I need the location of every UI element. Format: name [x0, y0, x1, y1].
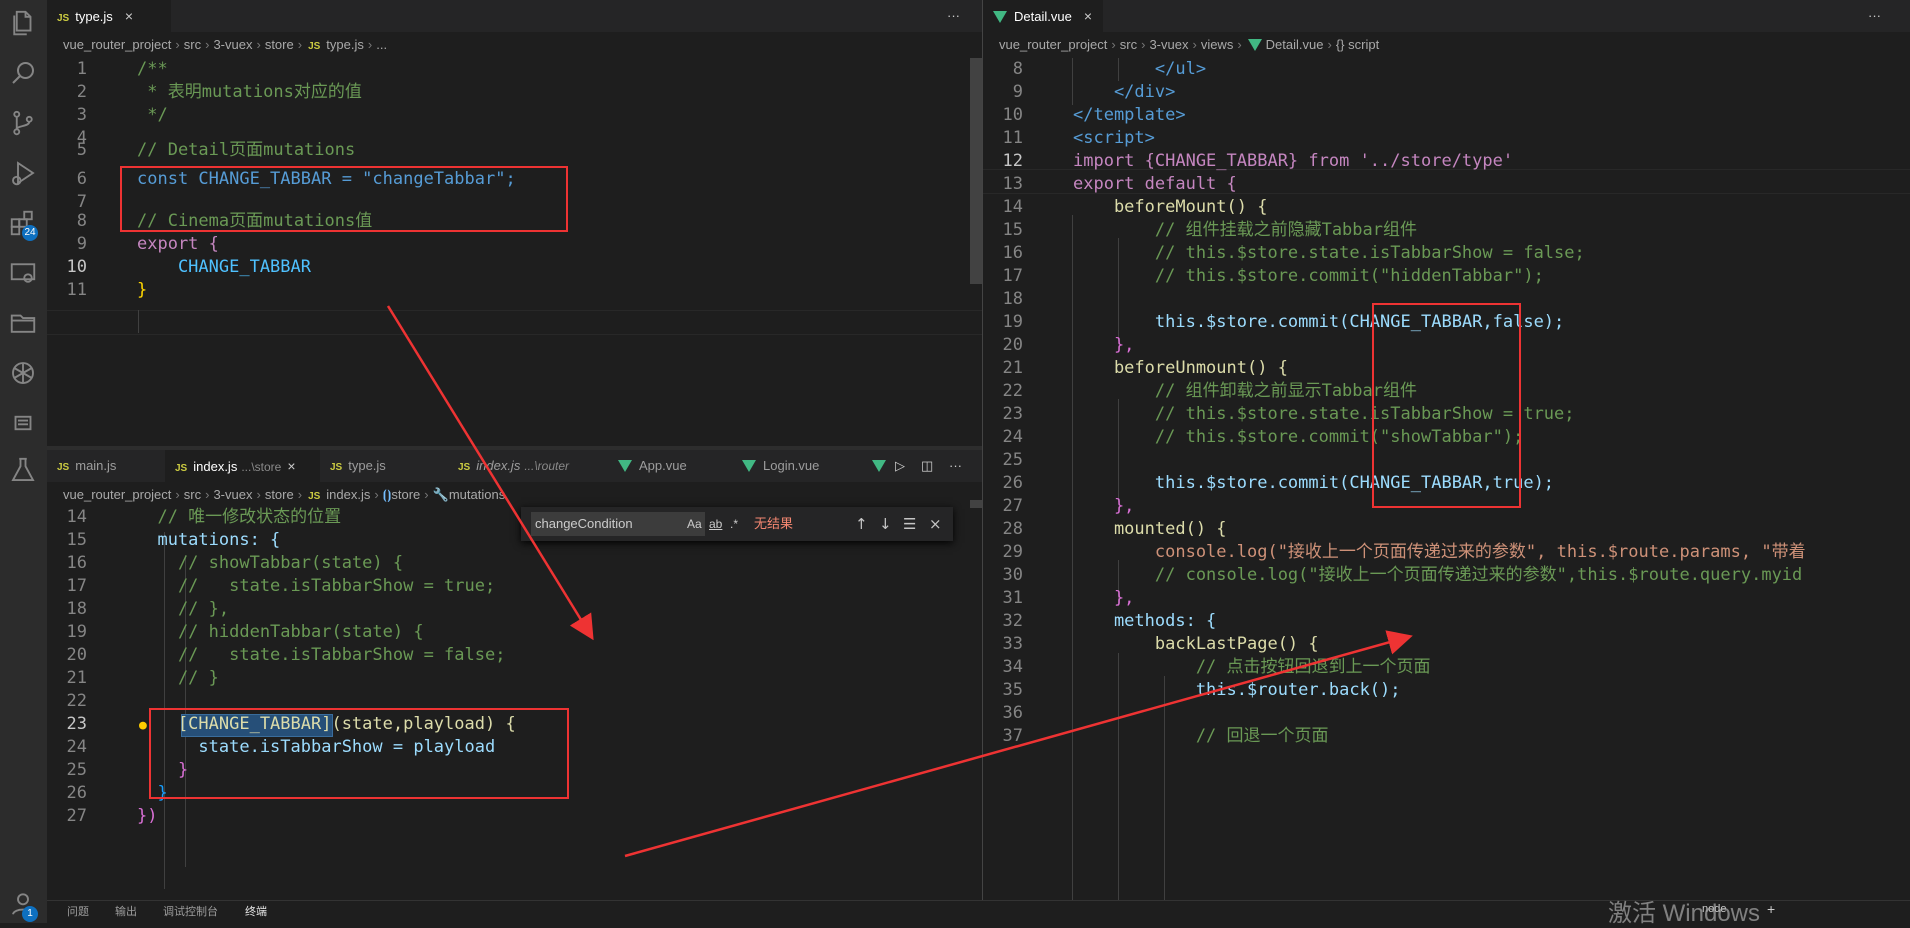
tab-terminal[interactable]: 终端: [245, 903, 267, 919]
annotation-arrows: [386, 305, 1413, 858]
tab-problems[interactable]: 问题: [67, 903, 89, 919]
tab-output[interactable]: 输出: [115, 903, 137, 919]
annotation-arrow: [624, 630, 1413, 858]
tab-debug-console[interactable]: 调试控制台: [163, 903, 218, 919]
new-terminal-button[interactable]: +: [1767, 901, 1775, 917]
annotation-arrow: [386, 305, 594, 641]
